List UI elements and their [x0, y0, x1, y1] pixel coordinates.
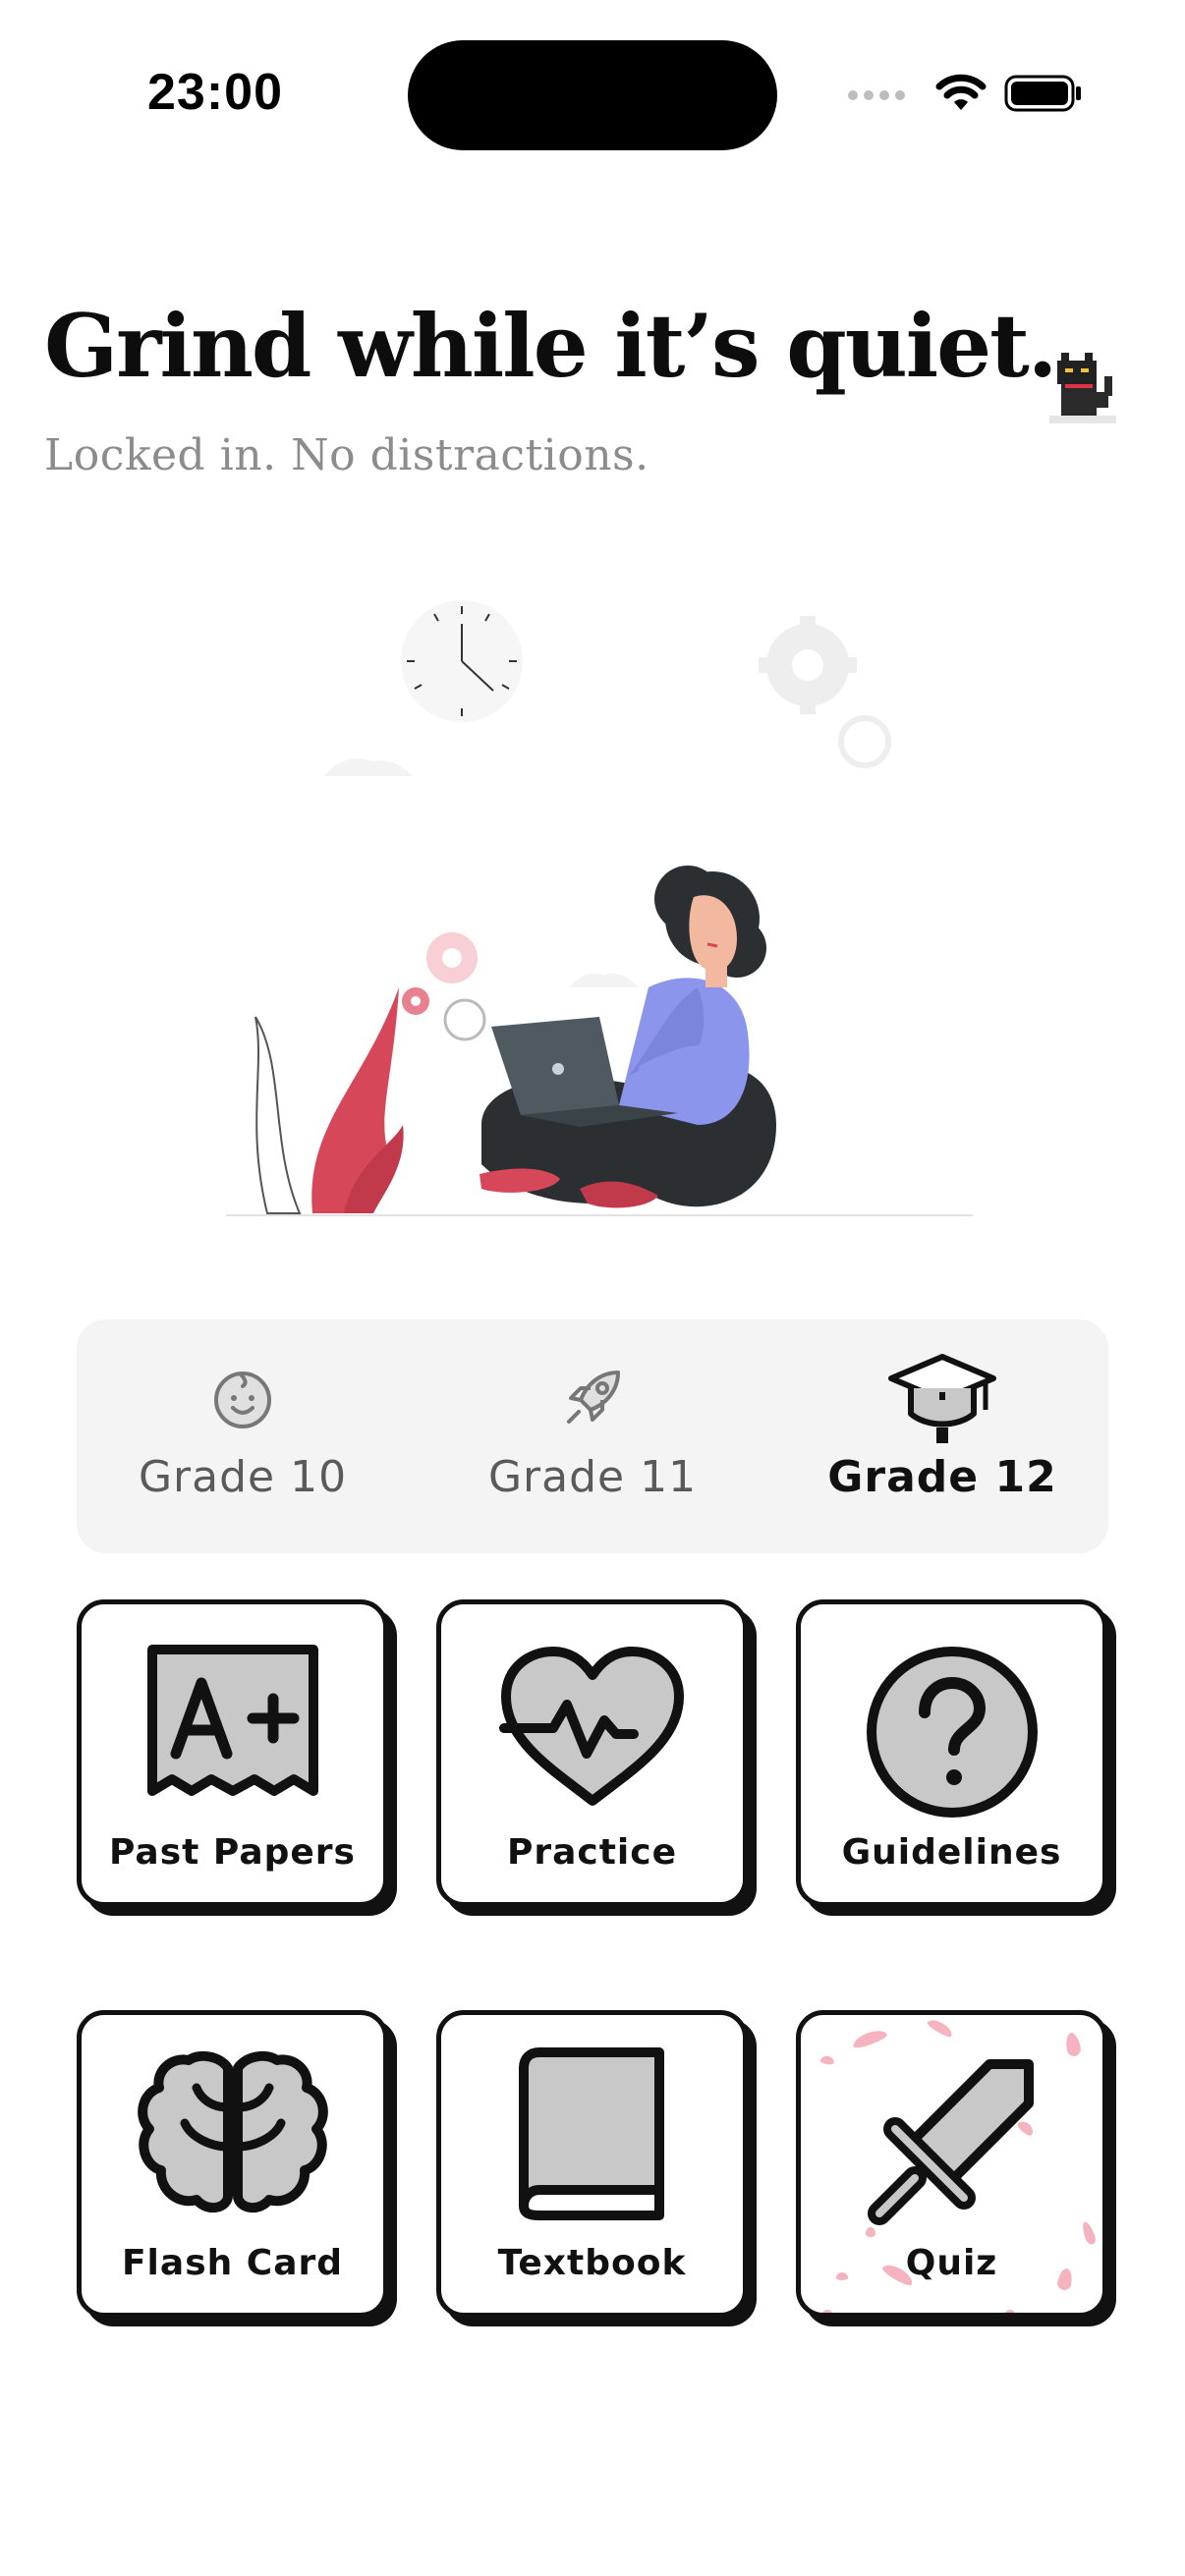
study-illustration: [226, 600, 973, 1216]
pixel-cat-icon[interactable]: [1049, 352, 1116, 424]
grade-tab-10[interactable]: Grade 10: [77, 1319, 409, 1553]
petal-decoration: [1005, 2310, 1015, 2313]
grade-tab-11[interactable]: Grade 11: [426, 1319, 759, 1553]
card-label: Guidelines: [841, 1832, 1062, 1873]
clock-icon: [401, 600, 523, 722]
petal-decoration: [819, 2054, 835, 2066]
gear-icon: [759, 616, 891, 768]
petal-decoration: [851, 2027, 888, 2050]
guidelines-card[interactable]: Guidelines: [796, 1599, 1107, 1907]
rocket-icon: [567, 1371, 620, 1424]
card-label: Quiz: [905, 2243, 998, 2283]
textbook-card[interactable]: Textbook: [436, 2010, 748, 2318]
wifi-icon: [935, 74, 987, 110]
sword-icon: [867, 2059, 1034, 2225]
card-label: Textbook: [497, 2243, 687, 2283]
grade-tab-label: Grade 10: [138, 1452, 348, 1502]
book-icon: [518, 2047, 664, 2220]
petal-decoration: [866, 2227, 875, 2237]
brain-icon: [137, 2050, 328, 2213]
card-label: Flash Card: [121, 2243, 344, 2283]
practice-card[interactable]: Practice: [436, 1599, 748, 1907]
dynamic-island: [408, 40, 777, 150]
petal-decoration: [822, 2310, 832, 2313]
signal-icon: [848, 90, 905, 100]
page-subtitle: Locked in. No distractions.: [44, 430, 649, 480]
card-label: Practice: [506, 1832, 678, 1873]
question-circle-icon: [866, 1647, 1038, 1818]
grade-tab-12[interactable]: Grade 12: [776, 1319, 1108, 1553]
baby-face-icon: [214, 1372, 271, 1428]
battery-icon: [1004, 75, 1081, 112]
quiz-card[interactable]: Quiz: [796, 2010, 1107, 2318]
graduation-cap-icon: [888, 1354, 996, 1443]
graded-paper-icon: [146, 1645, 318, 1796]
status-icons: [847, 69, 1142, 118]
petal-decoration: [926, 2016, 955, 2040]
flash-card-card[interactable]: Flash Card: [77, 2010, 388, 2318]
page-title: Grind while it’s quiet.: [44, 295, 1057, 397]
status-bar: 23:00: [0, 0, 1185, 187]
grade-selector: Grade 10 Grade 11 Grade 12: [77, 1319, 1108, 1553]
grade-tab-label: Grade 11: [487, 1452, 698, 1502]
past-papers-card[interactable]: Past Papers: [77, 1599, 388, 1907]
card-label: Past Papers: [109, 1832, 356, 1873]
heart-pulse-icon: [498, 1647, 684, 1806]
grade-tab-label: Grade 12: [827, 1452, 1057, 1502]
status-time: 23:00: [147, 64, 283, 121]
petal-decoration: [1064, 2031, 1082, 2058]
